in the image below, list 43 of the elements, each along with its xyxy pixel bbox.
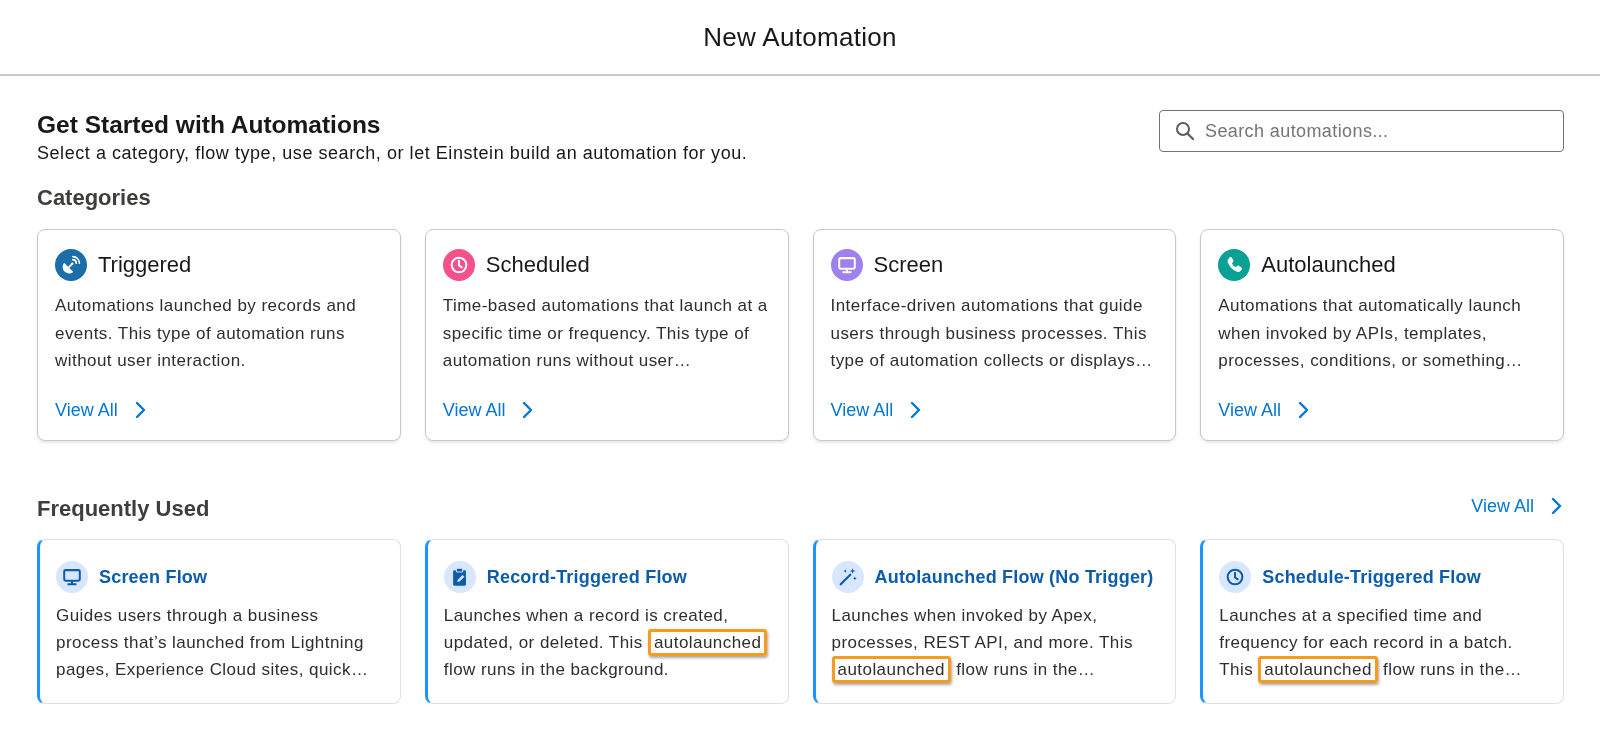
category-description: Interface-driven automations that guide users through business processes. This type of automation collects or displays… bbox=[830, 295, 1154, 372]
view-all-link[interactable]: View All bbox=[830, 399, 924, 421]
flow-title-link[interactable]: Record-Triggered Flow bbox=[486, 565, 687, 589]
category-card[interactable]: Screen Interface-driven automations that guide users through business processes. This type of automation collects or displays… View All bbox=[812, 229, 1177, 441]
chevron-right-icon bbox=[133, 401, 148, 419]
category-card[interactable]: Autolaunched Automations that automatically launch when invoked by APIs, templates, processes, conditions, or something… View All bbox=[1200, 229, 1564, 441]
flow-description: Launches at a specified time and frequency for each record in a batch. This autolaunched flow runs in the… bbox=[1219, 602, 1549, 683]
category-description: Automations that automatically launch when invoked by APIs, templates, processes, conditions, or something… bbox=[1218, 295, 1524, 372]
chevron-right-icon bbox=[1296, 401, 1311, 419]
flow-card[interactable]: Record-Triggered Flow Launches when a record is created, updated, or deleted. This autolaunched flow runs in the background. bbox=[424, 539, 789, 704]
category-title: Scheduled bbox=[485, 251, 590, 279]
category-description: Time-based automations that launch at a specific time or frequency. This type of automation runs without user… bbox=[442, 295, 769, 372]
flow-title-link[interactable]: Autolaunched Flow (No Trigger) bbox=[874, 565, 1154, 589]
intro-text: Select a category, flow type, use search, or let Einstein build an automation for you. bbox=[37, 142, 748, 165]
page-heading: Get Started with Automations bbox=[37, 110, 382, 140]
flow-description: Guides users through a business process that’s launched from Lightning pages, Experience Cloud sites, quick… bbox=[56, 605, 370, 681]
view-all-link[interactable]: View All bbox=[1218, 399, 1311, 421]
chevron-right-icon bbox=[1550, 497, 1564, 515]
flow-title-link[interactable]: Schedule-Triggered Flow bbox=[1262, 565, 1481, 589]
category-title: Screen bbox=[873, 251, 944, 279]
magic-wand-icon bbox=[831, 561, 864, 593]
category-card[interactable]: Triggered Automations launched by records and events. This type of automation runs without user interaction. View All bbox=[37, 229, 401, 441]
category-description: Automations launched by records and events. This type of automation runs without user interaction. bbox=[55, 295, 358, 372]
view-all-link[interactable]: View All bbox=[1471, 495, 1564, 517]
clipboard-icon bbox=[443, 561, 476, 593]
flow-card[interactable]: Schedule-Triggered Flow Launches at a specified time and frequency for each record in a batch. This autolaunched flow runs in the… bbox=[1200, 539, 1564, 704]
category-title: Autolaunched bbox=[1261, 251, 1396, 279]
view-all-link[interactable]: View All bbox=[55, 399, 148, 421]
flow-title-link[interactable]: Screen Flow bbox=[99, 565, 208, 589]
search-field[interactable]: Search automations... bbox=[1159, 110, 1564, 152]
monitor-icon bbox=[56, 561, 88, 593]
flow-card[interactable]: Autolaunched Flow (No Trigger) Launches when invoked by Apex, processes, REST API, and more. This autolaunched flow runs in the… bbox=[812, 539, 1177, 704]
flow-card[interactable]: Screen Flow Guides users through a business process that’s launched from Lightning pages, Experience Cloud sites, quick… bbox=[37, 539, 401, 704]
category-title: Triggered bbox=[98, 251, 192, 279]
view-all-link[interactable]: View All bbox=[442, 399, 536, 421]
section-heading: Categories bbox=[37, 184, 152, 212]
flow-description: Launches when invoked by Apex, processes, REST API, and more. This autolaunched flow runs in the… bbox=[831, 602, 1162, 683]
clock-icon bbox=[1219, 561, 1252, 593]
category-card[interactable]: Scheduled Time-based automations that launch at a specific time or frequency. This type of automation runs without user… View All bbox=[424, 229, 789, 441]
page-title: New Automation bbox=[703, 21, 897, 53]
section-heading: Frequently Used bbox=[37, 495, 210, 523]
flow-description: Launches when a record is created, updated, or deleted. This autolaunched flow runs in the background. bbox=[443, 602, 774, 683]
search-icon bbox=[1175, 121, 1195, 141]
